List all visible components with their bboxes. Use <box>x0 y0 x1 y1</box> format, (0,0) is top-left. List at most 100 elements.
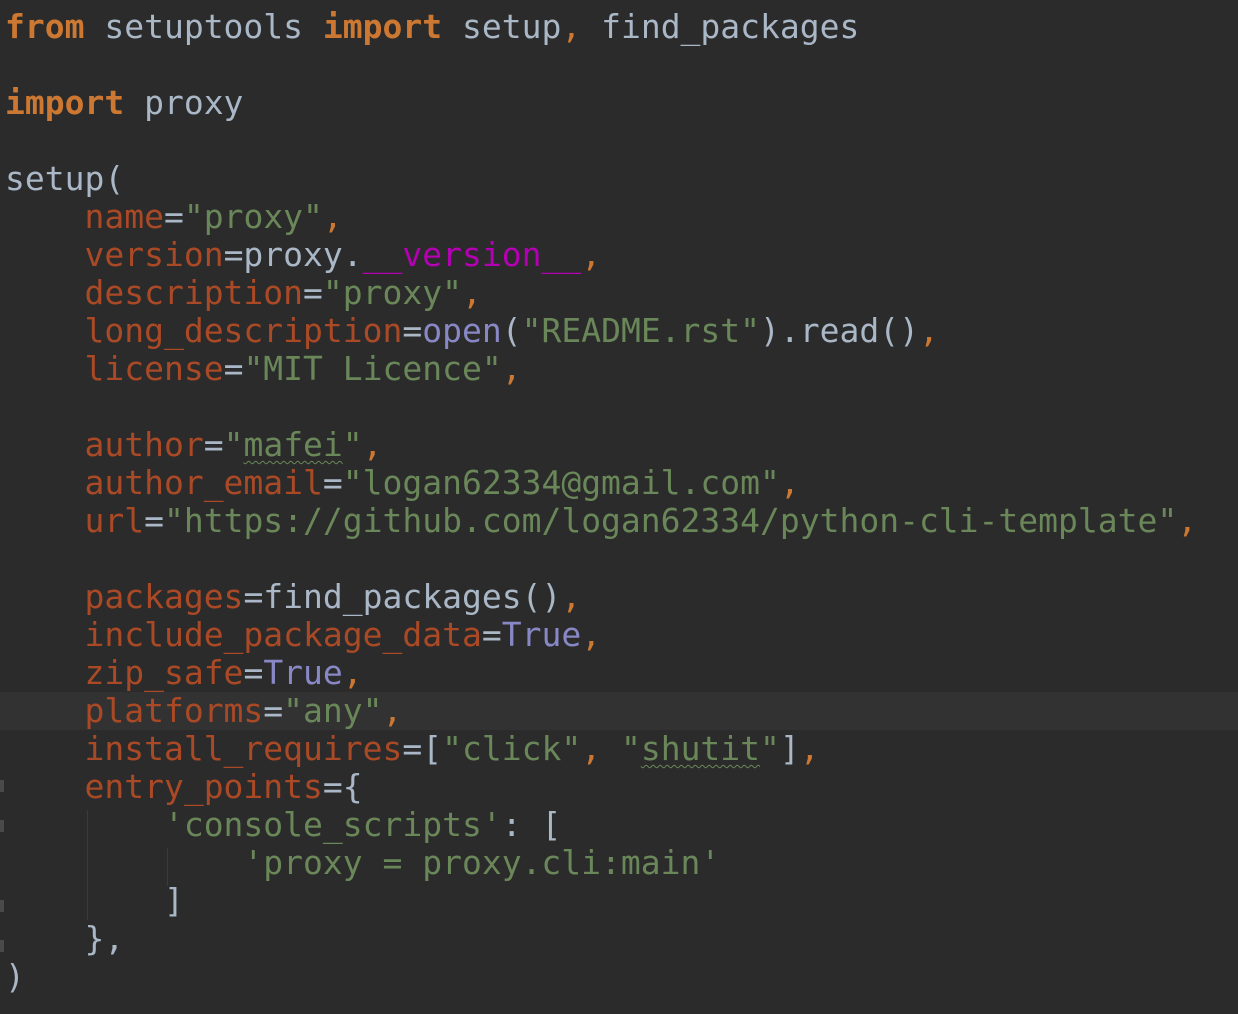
code-token: , <box>561 577 582 616</box>
code-token: = <box>263 691 284 730</box>
code-line[interactable] <box>0 46 1238 84</box>
code-token: ={ <box>322 767 363 806</box>
code-token: setup( <box>5 159 125 198</box>
code-token: ( <box>501 311 522 350</box>
code-token: , <box>561 7 582 46</box>
code-token: "README.rst" <box>521 311 761 350</box>
code-line[interactable]: ] <box>0 882 1238 920</box>
code-token: "MIT Licence" <box>243 349 502 388</box>
code-token: author <box>84 425 204 464</box>
code-token: True <box>263 653 343 692</box>
code-token: entry_points <box>84 767 323 806</box>
code-token: "proxy" <box>322 273 462 312</box>
code-token: True <box>501 615 582 654</box>
code-token: " <box>760 729 780 768</box>
code-line[interactable]: version=proxy.__version__, <box>0 236 1238 274</box>
code-line[interactable] <box>0 540 1238 578</box>
code-token: = <box>243 653 264 692</box>
code-token: , <box>322 197 343 236</box>
code-token: " <box>342 425 363 464</box>
code-token: ] <box>5 881 184 920</box>
code-token: description <box>84 273 304 312</box>
code-token: , <box>581 729 621 768</box>
code-line[interactable]: include_package_data=True, <box>0 616 1238 654</box>
fold-marker-icon[interactable] <box>0 780 4 792</box>
code-line[interactable] <box>0 388 1238 426</box>
code-line[interactable]: long_description=open("README.rst").read… <box>0 312 1238 350</box>
fold-marker-icon[interactable] <box>0 940 4 952</box>
code-token: = <box>144 501 164 540</box>
code-token: import <box>5 83 125 122</box>
code-line[interactable]: license="MIT Licence", <box>0 350 1238 388</box>
code-line[interactable]: setup( <box>0 160 1238 198</box>
code-token: = <box>322 463 343 502</box>
code-token: , <box>799 729 820 768</box>
code-token: packages <box>84 577 244 616</box>
fold-marker-icon[interactable] <box>0 820 4 832</box>
code-line[interactable]: name="proxy", <box>0 198 1238 236</box>
code-token: platforms <box>84 691 264 730</box>
code-line[interactable]: }, <box>0 920 1238 958</box>
code-line[interactable]: entry_points={ <box>0 768 1238 806</box>
code-token: ] <box>779 729 800 768</box>
code-line[interactable]: 'console_scripts': [ <box>0 806 1238 844</box>
code-token: , <box>501 349 522 388</box>
code-line[interactable]: 'proxy = proxy.cli:main' <box>0 844 1238 882</box>
code-token: = <box>203 425 224 464</box>
code-token: , <box>461 273 482 312</box>
code-token: setuptools <box>84 7 323 46</box>
code-token: , <box>581 615 602 654</box>
code-editor[interactable]: from setuptools import setup, find_packa… <box>0 0 1238 1014</box>
code-token: include_package_data <box>84 615 482 654</box>
code-line[interactable]: from setuptools import setup, find_packa… <box>0 8 1238 46</box>
code-token: = <box>481 615 502 654</box>
code-line[interactable]: author="mafei", <box>0 426 1238 464</box>
code-token: " <box>620 729 641 768</box>
indent-guide <box>87 810 88 920</box>
code-token: ).read() <box>760 311 919 350</box>
code-line[interactable]: platforms="any", <box>0 692 1238 730</box>
code-token: ) <box>5 957 25 996</box>
code-token: = <box>223 349 244 388</box>
code-token: = <box>163 197 184 236</box>
fold-marker-icon[interactable] <box>0 900 4 912</box>
code-line[interactable]: install_requires=["click", "shutit"], <box>0 730 1238 768</box>
code-token: license <box>84 349 224 388</box>
code-token: __version__ <box>362 235 582 274</box>
code-line[interactable]: import proxy <box>0 84 1238 122</box>
code-token: setup <box>442 7 562 46</box>
code-token: , <box>1177 501 1198 540</box>
code-token: : [ <box>501 805 562 844</box>
code-token: , <box>779 463 800 502</box>
code-token: shutit <box>640 729 761 768</box>
code-token: url <box>84 501 145 540</box>
code-line[interactable]: description="proxy", <box>0 274 1238 312</box>
code-line[interactable]: author_email="logan62334@gmail.com", <box>0 464 1238 502</box>
code-token: "logan62334@gmail.com" <box>342 463 780 502</box>
code-token: version <box>84 235 224 274</box>
code-line[interactable]: ) <box>0 958 1238 996</box>
code-line[interactable]: zip_safe=True, <box>0 654 1238 692</box>
code-area[interactable]: from setuptools import setup, find_packa… <box>0 8 1238 996</box>
code-token: 'proxy = proxy.cli:main' <box>243 843 721 882</box>
code-token: , <box>918 311 939 350</box>
code-token: "any" <box>283 691 383 730</box>
code-token: = <box>402 311 423 350</box>
code-token: "click" <box>442 729 582 768</box>
code-line[interactable]: url="https://github.com/logan62334/pytho… <box>0 502 1238 540</box>
code-line[interactable] <box>0 122 1238 160</box>
code-line[interactable]: packages=find_packages(), <box>0 578 1238 616</box>
indent-guide <box>167 848 168 886</box>
code-token: , <box>362 425 383 464</box>
